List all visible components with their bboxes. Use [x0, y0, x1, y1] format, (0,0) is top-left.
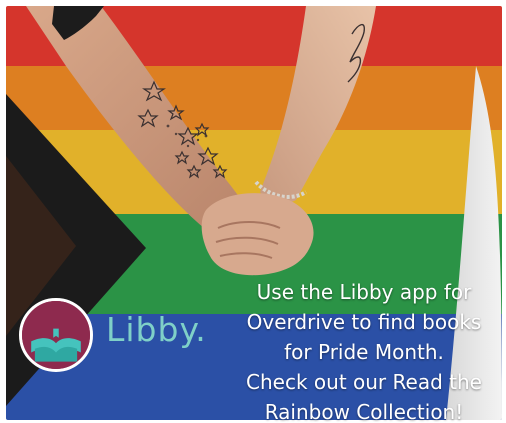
libby-logo-circle: [19, 298, 93, 372]
clasped-hands: [201, 193, 314, 276]
caption-line: Check out our Read the: [246, 370, 482, 394]
caption-line: for Pride Month.: [284, 340, 444, 364]
caption-line: Use the Libby app for: [256, 280, 472, 304]
social-post-image: Libby. Use the Libby app for Overdrive t…: [0, 0, 506, 423]
caption-line: Rainbow Collection!: [264, 400, 464, 423]
promo-caption: Use the Libby app for Overdrive to find …: [214, 277, 506, 423]
libby-wordmark: Libby.: [106, 310, 207, 349]
caption-line: Overdrive to find books: [246, 310, 482, 334]
libby-book-icon: [22, 301, 90, 369]
